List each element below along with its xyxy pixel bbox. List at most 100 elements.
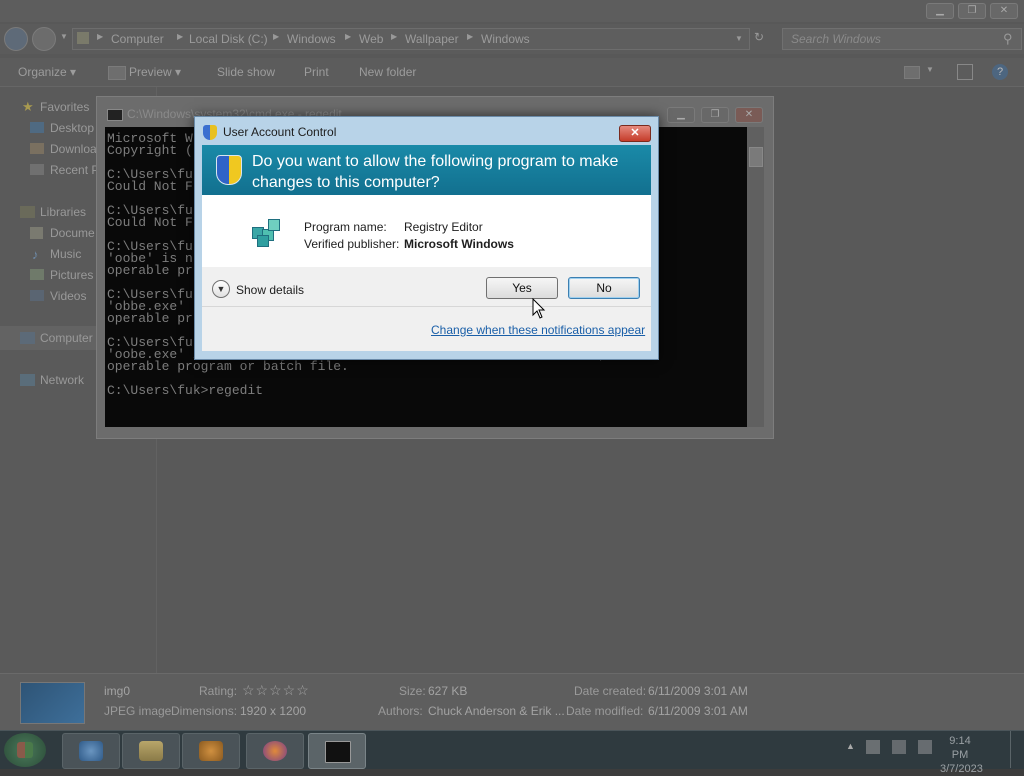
file-thumbnail xyxy=(20,682,85,724)
registry-editor-icon xyxy=(252,217,282,247)
favorites-star-icon: ★ xyxy=(22,99,34,114)
clock-time: 9:14 PM xyxy=(949,735,971,761)
cmd-icon xyxy=(107,109,123,121)
date-modified-value: 6/11/2009 3:01 AM xyxy=(648,704,748,718)
footer-divider xyxy=(202,306,651,307)
cmd-close-button[interactable]: ✕ xyxy=(735,107,763,123)
taskbar-internet-explorer[interactable] xyxy=(62,733,120,769)
uac-title: User Account Control xyxy=(223,125,337,139)
breadcrumb-web[interactable]: Web xyxy=(359,32,383,46)
uac-question: Do you want to allow the following progr… xyxy=(252,153,619,191)
nav-network[interactable]: Network xyxy=(40,373,84,387)
cmd-output-line: Could Not F xyxy=(107,179,193,194)
back-button[interactable] xyxy=(4,27,28,51)
taskbar-cmd[interactable] xyxy=(308,733,366,769)
taskbar-explorer[interactable] xyxy=(122,733,180,769)
views-dropdown-icon[interactable]: ▼ xyxy=(926,65,934,74)
nav-desktop[interactable]: Desktop xyxy=(50,121,94,135)
internet-explorer-icon xyxy=(79,741,103,761)
firefox-icon xyxy=(263,741,287,761)
print-button[interactable]: Print xyxy=(304,65,329,79)
date-created-value: 6/11/2009 3:01 AM xyxy=(648,684,748,698)
close-button[interactable]: ✕ xyxy=(990,3,1018,19)
network-icon xyxy=(20,374,35,386)
show-hidden-icons[interactable]: ▲ xyxy=(846,741,855,751)
cmd-scroll-thumb[interactable] xyxy=(749,147,763,167)
breadcrumb-windows-current[interactable]: Windows xyxy=(481,32,530,46)
nav-favorites[interactable]: Favorites xyxy=(40,100,89,114)
uac-close-button[interactable]: ✕ xyxy=(619,125,651,142)
address-bar[interactable]: ▶ Computer ▶ Local Disk (C:) ▶ Windows ▶… xyxy=(72,28,750,50)
nav-music[interactable]: Music xyxy=(50,247,81,261)
cmd-output-line: C:\Users\fuk>regedit xyxy=(107,383,264,398)
slideshow-button[interactable]: Slide show xyxy=(217,65,275,79)
details-pane: img0 JPEG image Dimensions: 1920 x 1200 … xyxy=(0,673,1024,731)
uac-dialog: User Account Control ✕ Do you want to al… xyxy=(194,116,659,360)
show-desktop-button[interactable] xyxy=(1010,731,1024,768)
nav-recent-places[interactable]: Recent P xyxy=(50,163,99,177)
taskbar-media-player[interactable] xyxy=(182,733,240,769)
address-dropdown-icon[interactable]: ▼ xyxy=(735,34,743,43)
breadcrumb-wallpaper[interactable]: Wallpaper xyxy=(405,32,459,46)
action-center-icon[interactable] xyxy=(866,740,880,754)
network-tray-icon[interactable] xyxy=(892,740,906,754)
computer-icon xyxy=(20,332,35,344)
preview-pane-icon[interactable] xyxy=(957,64,973,80)
no-button[interactable]: No xyxy=(568,277,640,299)
nav-computer[interactable]: Computer xyxy=(40,331,93,345)
maximize-button[interactable]: ❐ xyxy=(958,3,986,19)
breadcrumb-windows[interactable]: Windows xyxy=(287,32,336,46)
uac-shield-small-icon xyxy=(203,125,217,140)
cmd-minimize-button[interactable]: ▁ xyxy=(667,107,695,123)
size-value: 627 KB xyxy=(428,684,468,698)
chevron-down-icon[interactable]: ▼ xyxy=(212,280,230,298)
change-notifications-link[interactable]: Change when these notifications appear xyxy=(431,323,645,337)
recent-pages-icon[interactable]: ▼ xyxy=(60,32,68,41)
nav-pictures[interactable]: Pictures xyxy=(50,268,93,282)
preview-icon xyxy=(108,66,126,80)
nav-libraries[interactable]: Libraries xyxy=(40,205,86,219)
mouse-cursor-icon xyxy=(532,298,546,319)
pictures-icon xyxy=(30,269,44,280)
breadcrumb-local-disk[interactable]: Local Disk (C:) xyxy=(189,32,268,46)
forward-button[interactable] xyxy=(32,27,56,51)
yes-button[interactable]: Yes xyxy=(486,277,558,299)
search-placeholder: Search Windows xyxy=(791,32,881,46)
date-created-label: Date created: xyxy=(574,684,647,698)
views-icon[interactable] xyxy=(904,66,920,79)
videos-icon xyxy=(30,290,44,301)
start-button[interactable] xyxy=(4,733,46,767)
volume-tray-icon[interactable] xyxy=(918,740,932,754)
recent-places-icon xyxy=(30,164,44,175)
desktop-icon xyxy=(30,122,44,133)
dimensions-value: 1920 x 1200 xyxy=(240,704,307,718)
show-details-toggle[interactable]: Show details xyxy=(236,283,304,297)
nav-videos[interactable]: Videos xyxy=(50,289,86,303)
taskbar-firefox[interactable] xyxy=(246,733,304,769)
taskbar: ▲ 9:14 PM 3/7/2023 xyxy=(0,730,1024,775)
refresh-icon[interactable]: ↻ xyxy=(754,30,764,44)
file-type: JPEG image xyxy=(104,704,172,718)
uac-header-band: Do you want to allow the following progr… xyxy=(202,145,651,195)
folder-icon xyxy=(77,32,89,44)
new-folder-button[interactable]: New folder xyxy=(359,65,416,79)
cmd-output-line: operable pr xyxy=(107,263,193,278)
cmd-scrollbar[interactable] xyxy=(747,127,764,427)
nav-downloads[interactable]: Downloa xyxy=(50,142,97,156)
cmd-taskbar-icon xyxy=(325,741,351,763)
clock[interactable]: 9:14 PM 3/7/2023 xyxy=(940,734,983,776)
uac-shield-icon xyxy=(216,155,242,185)
music-icon: ♪ xyxy=(32,247,39,262)
cmd-maximize-button[interactable]: ❐ xyxy=(701,107,729,123)
rating-stars[interactable]: ☆☆☆☆☆ xyxy=(242,682,310,699)
preview-button[interactable]: Preview ▾ xyxy=(129,65,181,79)
downloads-icon xyxy=(30,143,44,154)
breadcrumb-computer[interactable]: Computer xyxy=(111,32,164,46)
cmd-output-line: Could Not F xyxy=(107,215,193,230)
minimize-button[interactable]: ▁ xyxy=(926,3,954,19)
search-icon[interactable]: ⚲ xyxy=(1003,31,1013,47)
nav-documents[interactable]: Docume xyxy=(50,226,95,240)
search-input[interactable]: Search Windows ⚲ xyxy=(782,28,1022,50)
help-icon[interactable]: ? xyxy=(992,64,1008,80)
organize-button[interactable]: Organize ▾ xyxy=(18,65,76,79)
